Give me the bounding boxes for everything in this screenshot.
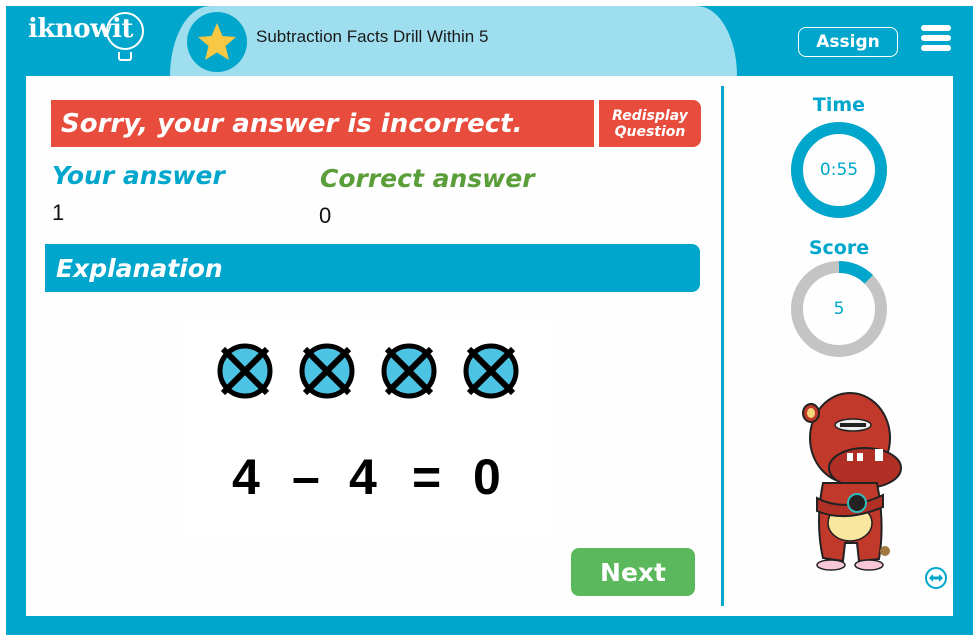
crossed-out-circle (299, 343, 355, 399)
star-badge (187, 12, 247, 72)
hamburger-menu-icon[interactable] (921, 25, 951, 51)
your-answer-value: 1 (52, 200, 65, 225)
correct-answer-label: Correct answer (320, 164, 535, 193)
equation-equals-sign: = (412, 449, 442, 505)
lesson-title: Subtraction Facts Drill Within 5 (256, 27, 489, 46)
explanation-title: Explanation (56, 253, 223, 283)
swap-arrows-icon[interactable] (924, 566, 948, 590)
time-label: Time (812, 94, 866, 116)
crossed-out-circle (381, 343, 437, 399)
logo-text: iknowit (28, 14, 133, 44)
equation-minus-sign: – (292, 449, 320, 505)
feedback-message: Sorry, your answer is incorrect. (61, 108, 523, 139)
crossed-out-circle (463, 343, 519, 399)
incorrect-feedback-banner: Sorry, your answer is incorrect. (51, 100, 594, 147)
next-button[interactable]: Next (571, 548, 695, 596)
time-ring: 0:55 (790, 121, 888, 219)
iknowit-logo[interactable]: iknowit (28, 12, 144, 61)
score-label: Score (808, 237, 870, 259)
correct-answer-value: 0 (319, 203, 332, 228)
redisplay-label-line2: Question (614, 123, 686, 140)
star-icon (198, 23, 236, 60)
crossed-out-circle (217, 343, 273, 399)
redisplay-question-button[interactable]: Redisplay Question (599, 100, 701, 147)
score-value: 5 (833, 299, 845, 319)
crossed-circles-group (215, 341, 525, 401)
explanation-header: Explanation (45, 244, 700, 292)
assign-button[interactable]: Assign (798, 27, 898, 57)
sidebar-divider (721, 86, 724, 606)
monster-mascot-image (802, 392, 902, 571)
equation-operand-b: 4 (349, 449, 377, 505)
redisplay-label-line1: Redisplay (612, 107, 688, 124)
equation-result: 0 (473, 449, 501, 505)
time-value: 0:55 (819, 160, 859, 180)
lightbulb-base-icon (118, 52, 132, 61)
your-answer-label: Your answer (52, 161, 225, 190)
score-ring: 5 (790, 260, 888, 358)
equation-operand-a: 4 (232, 449, 260, 505)
